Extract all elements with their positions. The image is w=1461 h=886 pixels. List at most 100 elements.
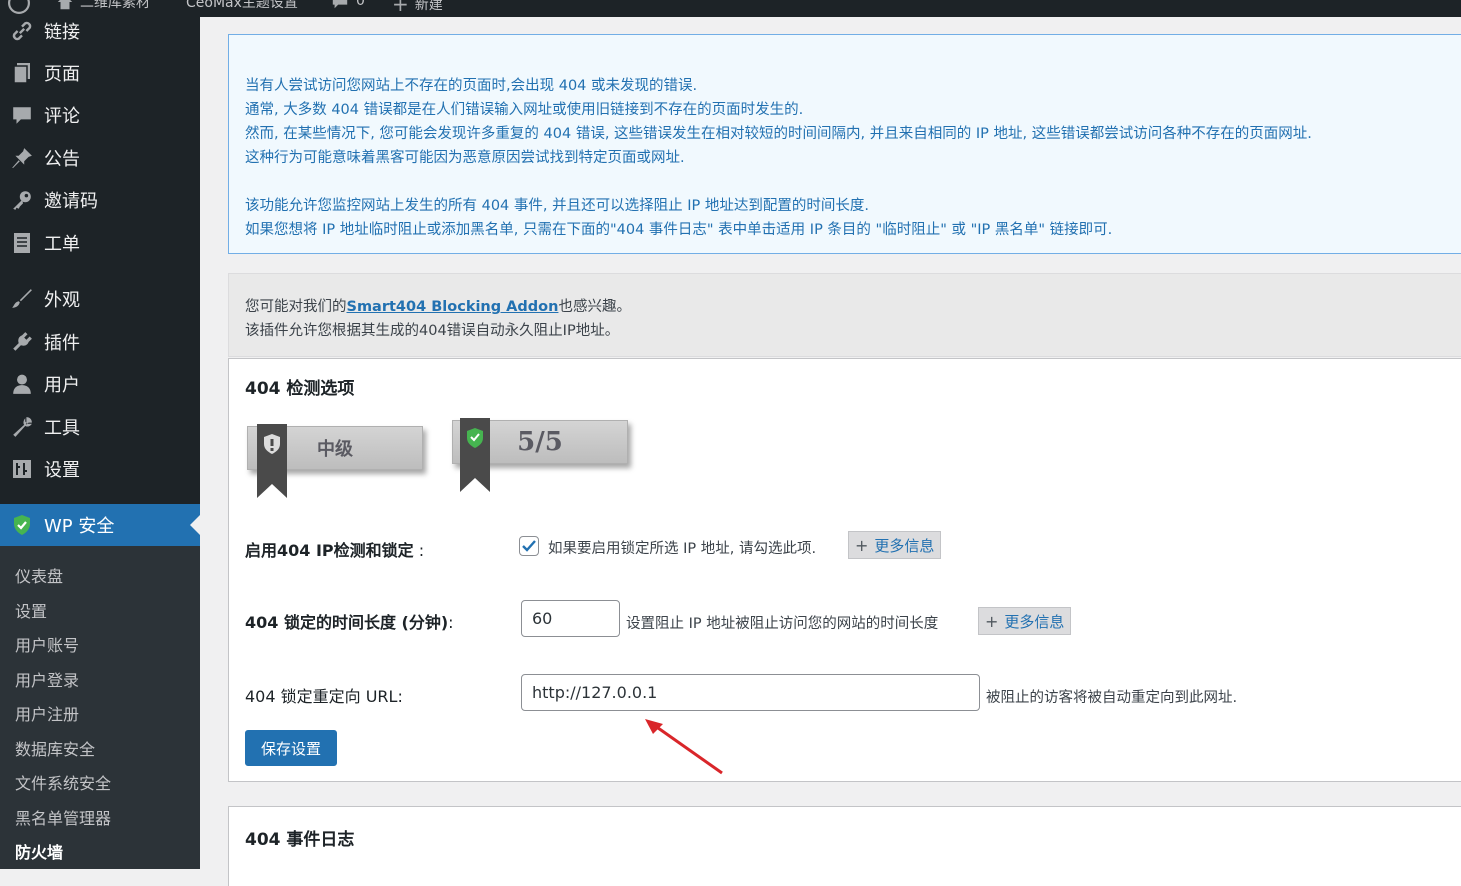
comment-bubble-icon <box>332 0 348 9</box>
ribbon-shield-icon <box>257 424 287 498</box>
menu-label: WP 安全 <box>44 516 115 537</box>
info-notice: 当有人尝试访问您网站上不存在的页面时,会出现 404 或未发现的错误. 通常, … <box>228 34 1461 254</box>
notice-line: 通常, 大多数 404 错误都是在人们错误输入网址或使用旧链接到不存在的页面时发… <box>245 102 804 118</box>
notice-line: 然而, 在某些情况下, 您可能会发现许多重复的 404 错误, 这些错误发生在相… <box>245 126 1312 142</box>
brush-icon <box>10 287 34 311</box>
more-info-label: 更多信息 <box>874 536 935 555</box>
menu-item-announcements[interactable]: 公告 <box>0 137 200 179</box>
menu-item-wp-security[interactable]: WP 安全 <box>0 504 200 546</box>
submenu-blacklist-manager[interactable]: 黑名单管理器 <box>15 805 111 829</box>
redirect-url-description: 被阻止的访客将被自动重定向到此网址. <box>986 690 1238 706</box>
enable-more-info-toggle[interactable]: + 更多信息 <box>848 531 942 559</box>
label-colon: : <box>448 613 454 632</box>
submenu-firewall[interactable]: 防火墙 <box>15 839 63 863</box>
notice-line: 该功能允许您监控网站上发生的所有 404 事件, 并且还可以选择阻止 IP 地址… <box>245 198 869 214</box>
menu-item-users[interactable]: 用户 <box>0 363 200 405</box>
menu-item-tickets[interactable]: 工单 <box>0 222 200 264</box>
notice-line: 当有人尝试访问您网站上不存在的页面时,会出现 404 或未发现的错误. <box>245 78 698 94</box>
comments-link[interactable]: 0 <box>330 0 365 10</box>
menu-label: 链接 <box>44 22 80 43</box>
menu-label: 外观 <box>44 290 80 311</box>
duration-more-info-toggle[interactable]: + 更多信息 <box>978 607 1072 635</box>
new-content-link[interactable]: + 新建 <box>392 0 443 16</box>
document-icon <box>10 231 34 255</box>
pin-icon <box>10 146 34 170</box>
comment-icon <box>10 103 34 127</box>
settings-icon <box>10 457 34 481</box>
plugin-icon <box>10 330 34 354</box>
menu-item-settings[interactable]: 设置 <box>0 448 200 490</box>
menu-item-plugins[interactable]: 插件 <box>0 321 200 363</box>
promo-notice: 您可能对我们的Smart404 Blocking Addon也感兴趣。 该插件允… <box>228 273 1461 357</box>
redirect-url-label: 404 锁定重定向 URL: <box>245 683 403 707</box>
menu-item-tools[interactable]: 工具 <box>0 406 200 448</box>
enable-detection-label: 启用404 IP检测和锁定 : <box>245 537 424 561</box>
more-info-label: 更多信息 <box>1004 612 1065 631</box>
event-log-box: 404 事件日志 <box>228 806 1461 886</box>
label-colon: : <box>397 687 403 706</box>
menu-item-pages[interactable]: 页面 <box>0 52 200 94</box>
annotation-arrow <box>645 719 723 775</box>
menu-item-appearance[interactable]: 外观 <box>0 278 200 320</box>
promo-prefix: 您可能对我们的 <box>245 299 347 315</box>
wrench-icon <box>10 415 34 439</box>
theme-settings-link[interactable]: CeoMax主题设置 <box>186 0 298 12</box>
submenu-database-security[interactable]: 数据库安全 <box>15 736 95 760</box>
menu-item-invite-codes[interactable]: 邀请码 <box>0 179 200 221</box>
promo-suffix: 也感兴趣。 <box>558 299 631 315</box>
save-settings-button[interactable]: 保存设置 <box>245 730 337 766</box>
notice-line: 如果您想将 IP 地址临时阻止或添加黑名单, 只需在下面的"404 事件日志" … <box>245 222 1113 238</box>
key-icon <box>10 188 34 212</box>
submenu-user-accounts[interactable]: 用户账号 <box>15 632 79 656</box>
menu-label: 用户 <box>44 375 80 396</box>
ribbon-check-shield-icon <box>460 418 490 492</box>
checkmark-icon <box>522 540 536 552</box>
submenu-user-login[interactable]: 用户登录 <box>15 667 79 691</box>
notice-line: 这种行为可能意味着黑客可能因为恶意原因尝试找到特定页面或网址. <box>245 150 685 166</box>
user-icon <box>10 372 34 396</box>
plus-icon: + <box>855 535 869 555</box>
event-log-title: 404 事件日志 <box>245 830 355 850</box>
menu-label: 插件 <box>44 333 80 354</box>
plus-icon: + <box>985 611 999 631</box>
lockout-duration-label: 404 锁定的时间长度 (分钟): <box>245 609 454 633</box>
page-icon <box>10 61 34 85</box>
promo-line-2: 该插件允许您根据其生成的404错误自动永久阻止IP地址。 <box>245 323 620 339</box>
menu-label: 工单 <box>44 234 80 255</box>
comments-count: 0 <box>356 0 365 9</box>
submenu-settings[interactable]: 设置 <box>15 598 47 622</box>
link-icon <box>10 19 34 43</box>
enable-detection-checkbox[interactable] <box>519 536 539 556</box>
menu-label: 设置 <box>44 460 80 481</box>
detection-options-title: 404 检测选项 <box>245 379 355 399</box>
redirect-url-label-text: 404 锁定重定向 URL <box>245 687 398 706</box>
wp-security-submenu: 仪表盘 设置 用户账号 用户登录 用户注册 数据库安全 文件系统安全 黑名单管理… <box>0 546 200 869</box>
menu-label: 工具 <box>44 418 80 439</box>
new-label: 新建 <box>414 0 443 13</box>
security-level-badge: 中级 <box>245 424 425 501</box>
admin-bar: 二维库素材 CeoMax主题设置 0 + 新建 <box>0 0 1461 17</box>
detection-options-box: 404 检测选项 中级 5/5 启用404 IP检测和锁定 : 如果要启用锁定所… <box>228 358 1461 782</box>
lockout-duration-description: 设置阻止 IP 地址被阻止访问您的网站的时间长度 <box>626 616 939 632</box>
shield-icon <box>10 513 34 537</box>
promo-line: 您可能对我们的Smart404 Blocking Addon也感兴趣。 <box>245 295 631 316</box>
lockout-duration-input[interactable]: 60 <box>521 600 620 637</box>
menu-label: 公告 <box>44 149 80 170</box>
label-colon: : <box>413 541 425 560</box>
menu-label: 邀请码 <box>44 191 98 212</box>
submenu-filesystem-security[interactable]: 文件系统安全 <box>15 770 111 794</box>
submenu-user-registration[interactable]: 用户注册 <box>15 701 79 725</box>
menu-item-comments[interactable]: 评论 <box>0 94 200 136</box>
menu-label: 页面 <box>44 64 80 85</box>
enable-detection-description: 如果要启用锁定所选 IP 地址, 请勾选此项. <box>548 541 817 557</box>
redirect-url-input[interactable]: http://127.0.0.1 <box>521 674 980 711</box>
theme-settings-label: CeoMax主题设置 <box>186 0 298 11</box>
security-score-badge: 5/5 <box>450 418 630 495</box>
plus-icon: + <box>392 0 409 16</box>
menu-item-links[interactable]: 链接 <box>0 10 200 52</box>
submenu-dashboard[interactable]: 仪表盘 <box>15 563 63 587</box>
enable-detection-label-text: 启用404 IP检测和锁定 <box>245 541 414 560</box>
menu-label: 评论 <box>44 106 80 127</box>
lockout-duration-label-text: 404 锁定的时间长度 (分钟) <box>245 613 449 632</box>
smart404-addon-link[interactable]: Smart404 Blocking Addon <box>347 299 559 315</box>
